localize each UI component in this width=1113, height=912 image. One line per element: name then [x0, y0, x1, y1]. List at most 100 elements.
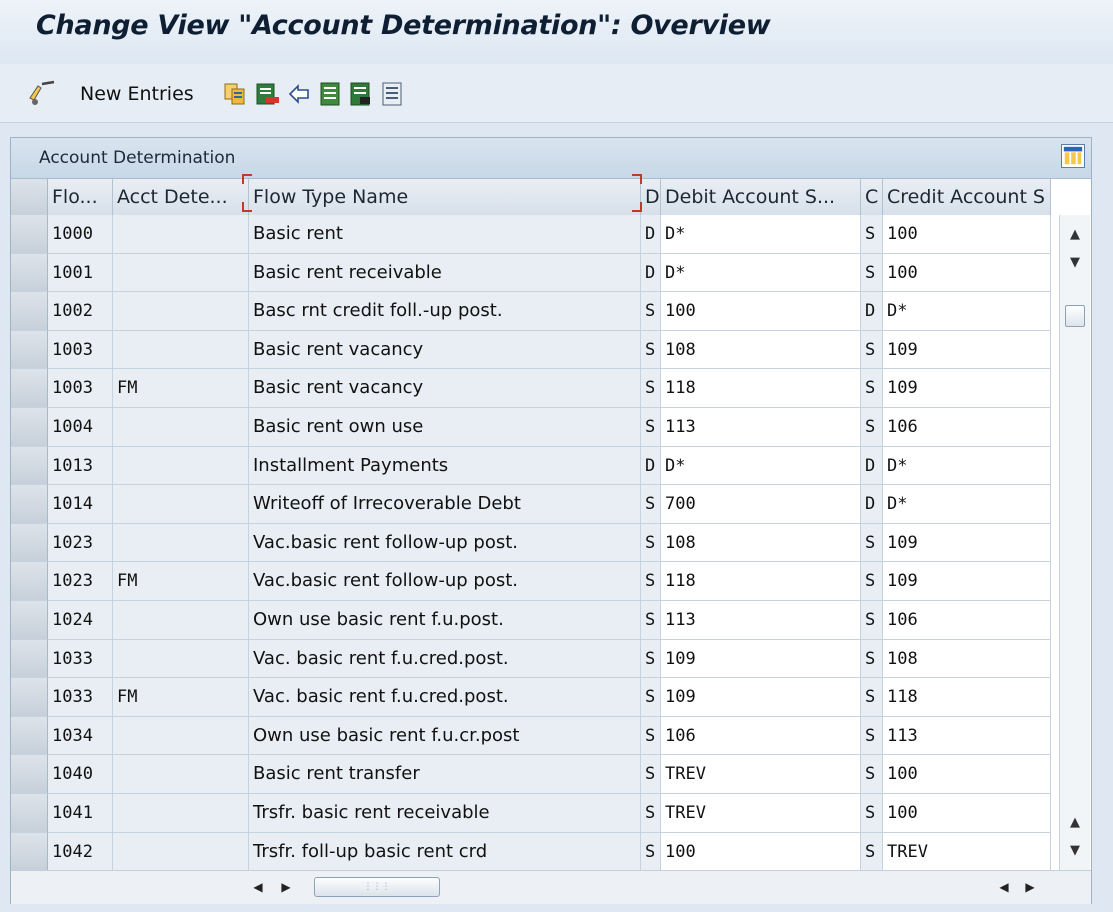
credit-indicator-cell: S	[861, 523, 883, 563]
table-row: 1001 Basic rent receivable D D* S 100	[11, 253, 1051, 293]
row-selector-button[interactable]	[11, 639, 48, 679]
credit-account-input[interactable]: TREV	[883, 832, 1051, 872]
panel-title: Account Determination	[39, 148, 236, 168]
acct-determination-cell	[113, 601, 249, 640]
credit-account-input[interactable]: 108	[883, 639, 1051, 679]
credit-account-input[interactable]: D*	[883, 292, 1051, 331]
column-header-debit-account[interactable]: Debit Account S...	[661, 179, 861, 215]
debit-account-input[interactable]: 100	[661, 292, 861, 331]
flow-type-cell: 1013	[48, 446, 113, 486]
row-selector-button[interactable]	[11, 446, 48, 486]
debit-account-input[interactable]: D*	[661, 446, 861, 486]
column-header-credit-account[interactable]: Credit Account S	[883, 179, 1051, 215]
debit-account-input[interactable]: 109	[661, 639, 861, 679]
scroll-page-up-icon[interactable]: ▲	[1065, 813, 1085, 833]
row-selector-button[interactable]	[11, 794, 48, 833]
deselect-all-icon[interactable]	[380, 81, 406, 107]
credit-account-input[interactable]: 100	[883, 755, 1051, 794]
credit-account-input[interactable]: 100	[883, 215, 1051, 254]
row-selector-button[interactable]	[11, 716, 48, 756]
credit-account-input[interactable]: 100	[883, 794, 1051, 833]
row-selector-button[interactable]	[11, 215, 48, 254]
debit-account-input[interactable]: D*	[661, 215, 861, 254]
credit-account-input[interactable]: 118	[883, 678, 1051, 717]
debit-indicator-cell: S	[641, 755, 661, 794]
column-settings-icon[interactable]	[1061, 144, 1085, 168]
flow-type-name-cell: Vac. basic rent f.u.cred.post.	[249, 678, 641, 717]
row-selector-button[interactable]	[11, 678, 48, 717]
acct-determination-cell	[113, 215, 249, 254]
scroll-page-down-icon[interactable]: ▼	[1065, 841, 1085, 861]
new-entries-button[interactable]: New Entries	[80, 82, 194, 106]
column-header-debit-indicator[interactable]: D	[641, 179, 661, 215]
scroll-left-icon[interactable]: ◀	[249, 878, 267, 896]
table-row: 1023 FM Vac.basic rent follow-up post. S 118…	[11, 562, 1051, 601]
credit-account-input[interactable]: 106	[883, 601, 1051, 640]
row-selector-button[interactable]	[11, 832, 48, 872]
debit-account-input[interactable]: 108	[661, 330, 861, 370]
column-header-flow-type[interactable]: Flo...	[48, 179, 113, 215]
credit-account-input[interactable]: 109	[883, 330, 1051, 370]
flow-type-name-cell: Vac.basic rent follow-up post.	[249, 523, 641, 563]
debit-account-input[interactable]: 109	[661, 678, 861, 717]
flow-type-cell: 1034	[48, 716, 113, 756]
debit-account-input[interactable]: 108	[661, 523, 861, 563]
debit-account-input[interactable]: D*	[661, 253, 861, 293]
row-selector-button[interactable]	[11, 408, 48, 447]
scroll-far-left-icon[interactable]: ◀	[995, 878, 1013, 896]
row-selector-button[interactable]	[11, 369, 48, 408]
delete-icon[interactable]	[254, 81, 280, 107]
vertical-scrollbar[interactable]: ▲ ▼ ▲ ▼	[1059, 215, 1090, 870]
row-selector-button[interactable]	[11, 755, 48, 794]
undo-icon[interactable]	[286, 81, 312, 107]
row-selector-button[interactable]	[11, 523, 48, 563]
column-header-acct-determination[interactable]: Acct Dete...	[113, 179, 249, 215]
credit-account-input[interactable]: 109	[883, 562, 1051, 601]
scroll-down-icon[interactable]: ▼	[1065, 253, 1085, 273]
debit-account-input[interactable]: 118	[661, 369, 861, 408]
row-selector-button[interactable]	[11, 330, 48, 370]
credit-account-input[interactable]: D*	[883, 485, 1051, 524]
table-row: 1040 Basic rent transfer S TREV S 100	[11, 755, 1051, 794]
column-header-credit-indicator[interactable]: C	[861, 179, 883, 215]
row-selector-button[interactable]	[11, 292, 48, 331]
account-determination-panel: Account Determination Flo... Acct Dete..…	[10, 137, 1092, 904]
table-row: 1013 Installment Payments D D* D D*	[11, 446, 1051, 486]
credit-indicator-cell: S	[861, 215, 883, 254]
select-all-icon[interactable]	[318, 81, 344, 107]
select-all-rows-button[interactable]	[11, 179, 48, 215]
debit-indicator-cell: S	[641, 678, 661, 717]
row-selector-button[interactable]	[11, 601, 48, 640]
debit-account-input[interactable]: 113	[661, 408, 861, 447]
credit-account-input[interactable]: D*	[883, 446, 1051, 486]
credit-account-input[interactable]: 113	[883, 716, 1051, 756]
debit-account-input[interactable]: 100	[661, 832, 861, 872]
scroll-thumb[interactable]	[1065, 305, 1085, 327]
row-selector-button[interactable]	[11, 253, 48, 293]
debit-account-input[interactable]: 113	[661, 601, 861, 640]
horizontal-scroll-thumb[interactable]: ⋮⋮⋮	[314, 877, 440, 897]
debit-indicator-cell: S	[641, 485, 661, 524]
scroll-far-right-icon[interactable]: ▶	[1021, 878, 1039, 896]
debit-account-input[interactable]: 700	[661, 485, 861, 524]
scroll-right-icon[interactable]: ▶	[277, 878, 295, 896]
horizontal-scrollbar[interactable]: ◀ ▶ ⋮⋮⋮ ◀ ▶	[11, 870, 1091, 904]
column-header-flow-type-name[interactable]: Flow Type Name	[249, 179, 641, 215]
credit-account-input[interactable]: 109	[883, 523, 1051, 563]
credit-account-input[interactable]: 106	[883, 408, 1051, 447]
title-bar: Change View "Account Determination": Ove…	[0, 0, 1113, 65]
table-row: 1033 FM Vac. basic rent f.u.cred.post. S 109…	[11, 678, 1051, 717]
debit-account-input[interactable]: TREV	[661, 755, 861, 794]
edit-glasses-icon[interactable]	[26, 78, 60, 106]
credit-account-input[interactable]: 109	[883, 369, 1051, 408]
debit-account-input[interactable]: 106	[661, 716, 861, 756]
row-selector-button[interactable]	[11, 485, 48, 524]
copy-icon[interactable]	[222, 81, 248, 107]
debit-indicator-cell: D	[641, 253, 661, 293]
scroll-up-icon[interactable]: ▲	[1065, 225, 1085, 245]
select-block-icon[interactable]	[348, 81, 374, 107]
credit-account-input[interactable]: 100	[883, 253, 1051, 293]
debit-account-input[interactable]: 118	[661, 562, 861, 601]
row-selector-button[interactable]	[11, 562, 48, 601]
debit-account-input[interactable]: TREV	[661, 794, 861, 833]
